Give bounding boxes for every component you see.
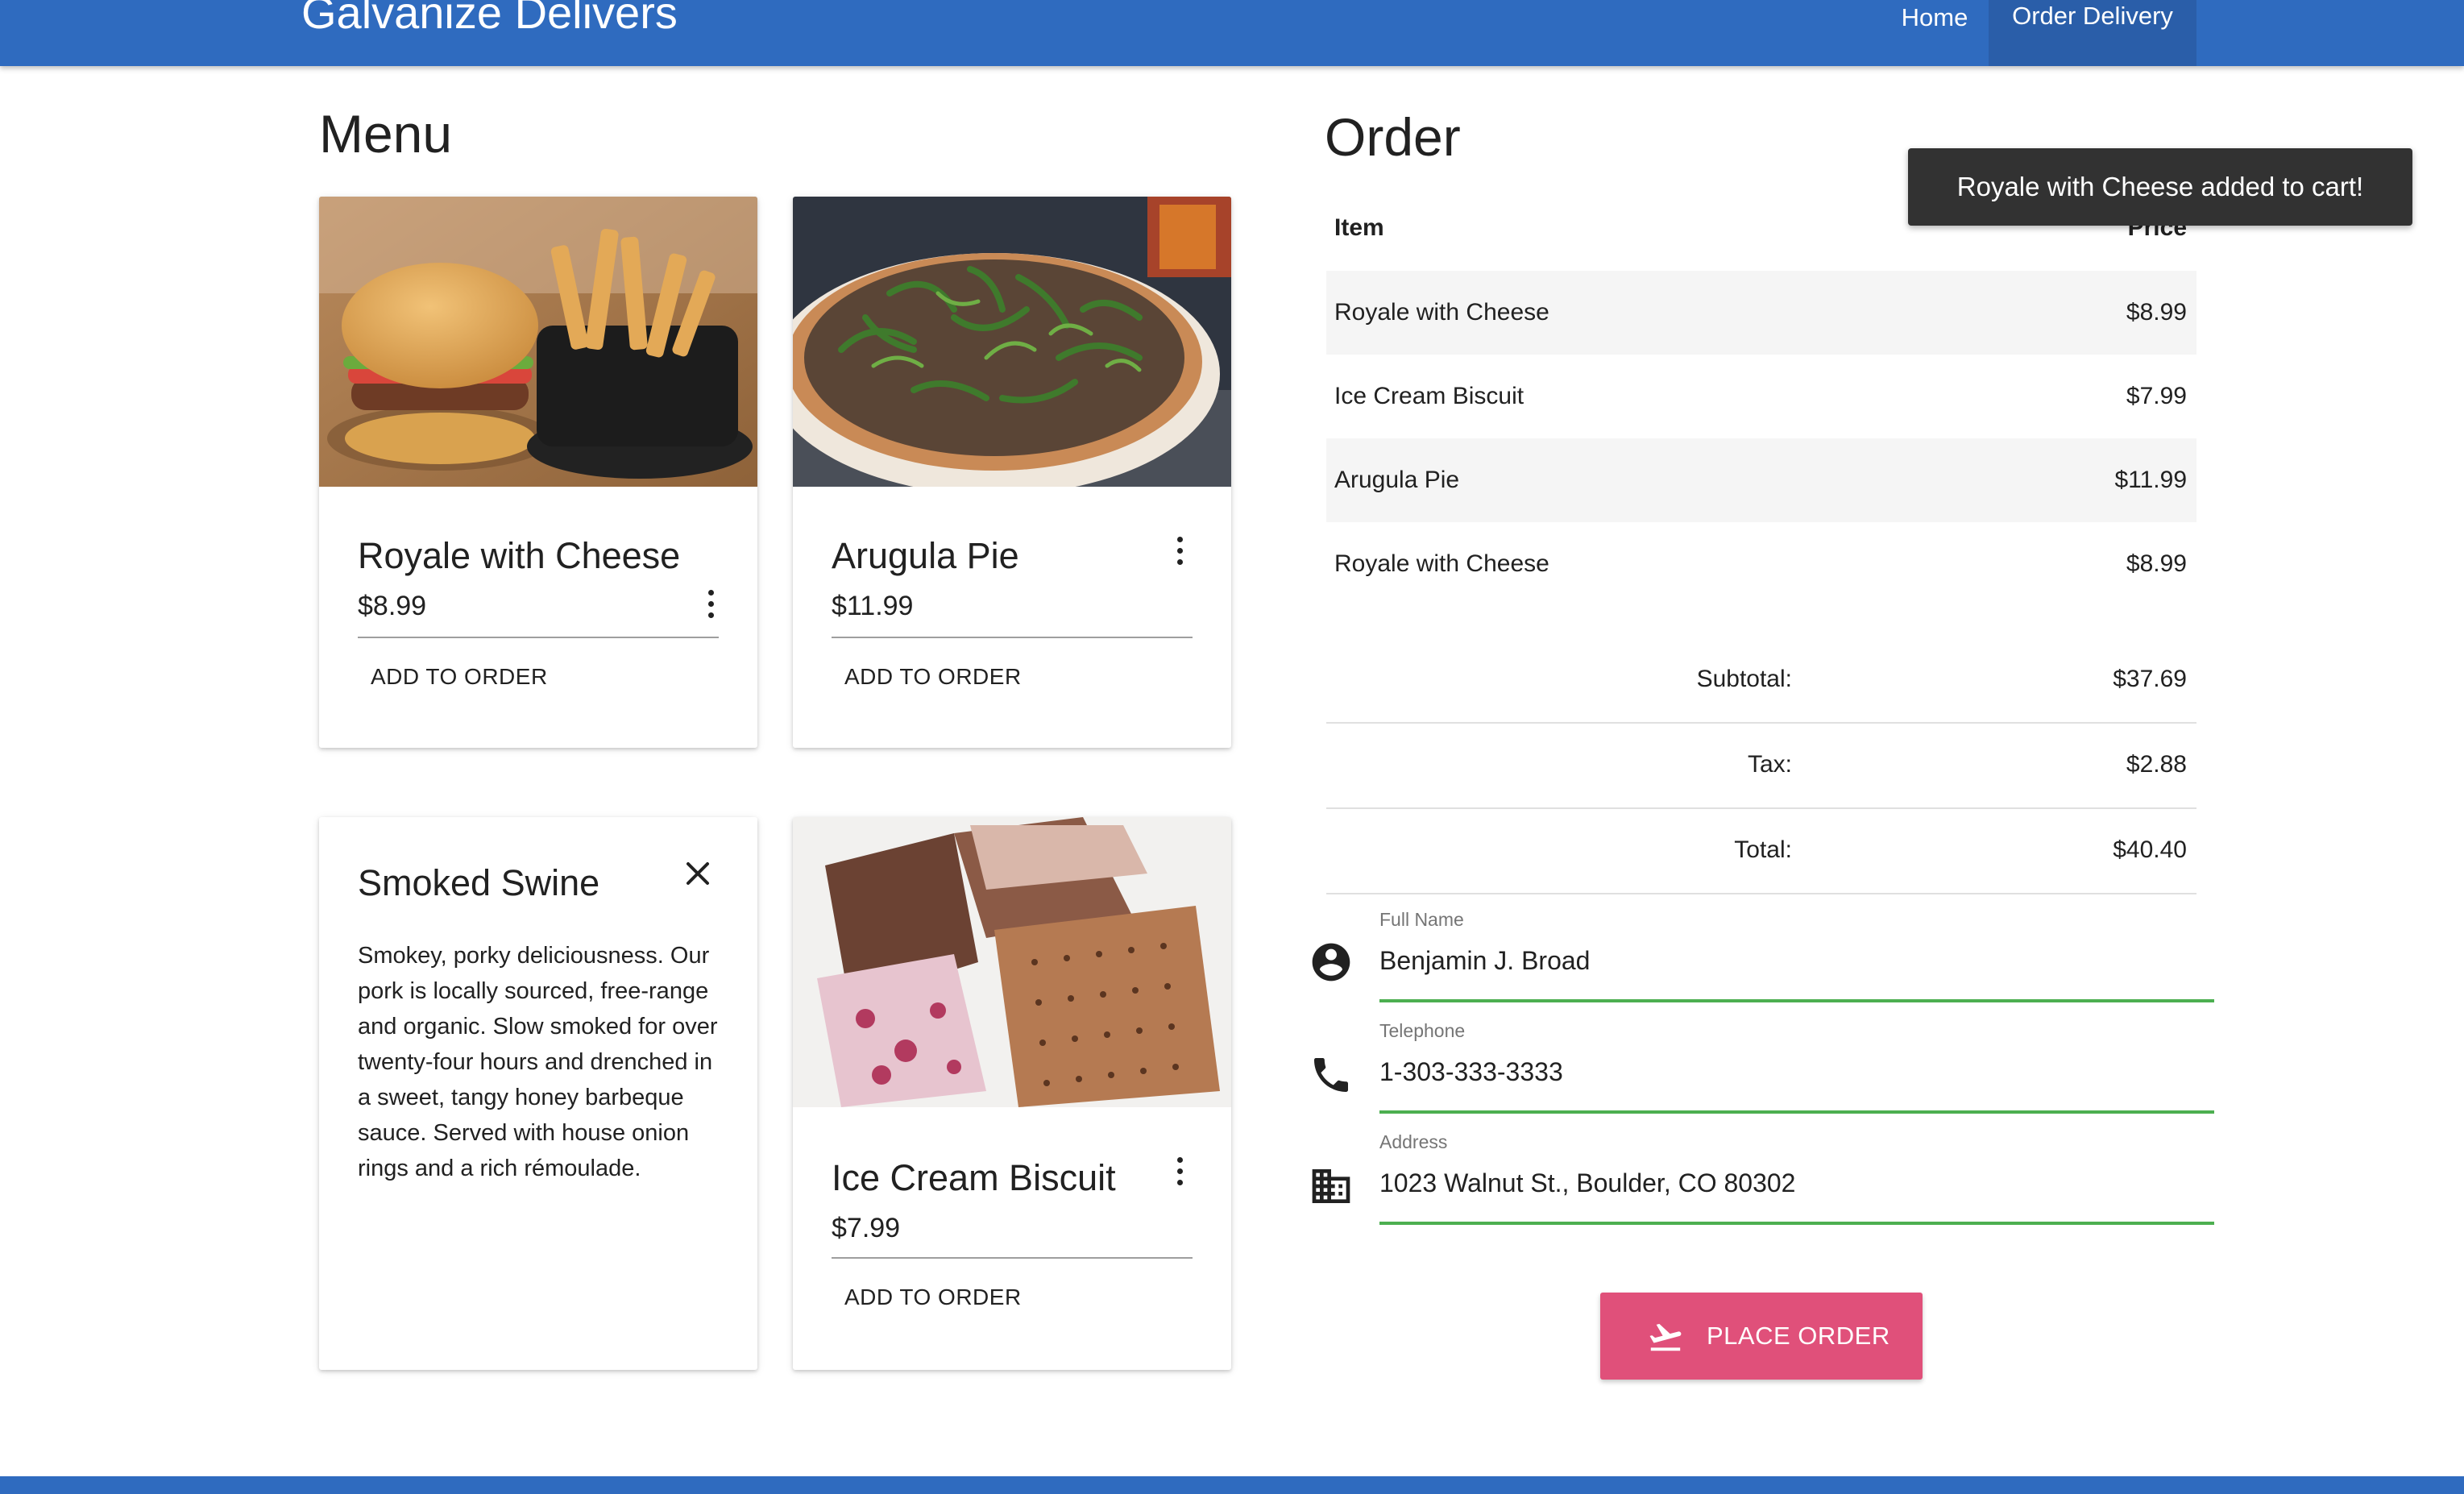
add-to-order-button[interactable]: ADD TO ORDER (371, 662, 548, 691)
tax-label: Tax: (1747, 751, 1792, 778)
row-item-name: Arugula Pie (1334, 467, 1460, 493)
business-icon (1312, 1169, 1350, 1203)
full-name-input[interactable] (1379, 938, 2214, 983)
column-header-item: Item (1334, 214, 1384, 241)
row-item-name: Royale with Cheese (1334, 299, 1549, 326)
table-row: Ice Cream Biscuit $7.99 (1326, 355, 2196, 438)
row-item-price: $8.99 (2126, 299, 2187, 326)
menu-card-royale-with-cheese: Royale with Cheese $8.99 ADD TO ORDER (319, 197, 757, 748)
full-name-underline (1379, 999, 2214, 1002)
card-title: Royale with Cheese (358, 535, 681, 576)
total-row: Total: $40.40 (1326, 809, 2196, 894)
more-vert-icon[interactable] (701, 587, 720, 622)
address-underline (1379, 1222, 2214, 1225)
footer-bar (0, 1476, 2464, 1494)
brand-logo[interactable]: Galvanize Delivers (301, 0, 678, 37)
telephone-input[interactable] (1379, 1049, 2214, 1094)
card-divider (832, 1257, 1193, 1259)
pizza-image (793, 197, 1231, 487)
order-title: Order (1325, 107, 1461, 167)
table-row: Royale with Cheese $8.99 (1326, 271, 2196, 355)
add-to-order-button[interactable]: ADD TO ORDER (844, 662, 1022, 691)
place-order-label: PLACE ORDER (1707, 1322, 1890, 1350)
more-vert-icon[interactable] (1170, 1154, 1189, 1189)
full-name-field: Full Name (1379, 909, 2214, 1009)
row-item-price: $11.99 (2114, 467, 2187, 493)
more-vert-icon[interactable] (1170, 533, 1189, 569)
card-divider (832, 637, 1193, 638)
telephone-underline (1379, 1110, 2214, 1114)
menu-card-arugula-pie: Arugula Pie $11.99 ADD TO ORDER (793, 197, 1231, 748)
address-field: Address (1379, 1131, 2214, 1231)
snackbar-toast: Royale with Cheese added to cart! (1908, 148, 2412, 226)
burger-image (319, 197, 757, 487)
add-to-order-button[interactable]: ADD TO ORDER (844, 1283, 1022, 1312)
ice-cream-image (793, 817, 1231, 1107)
nav-order-delivery[interactable]: Order Delivery (1989, 0, 2196, 66)
telephone-label: Telephone (1379, 1020, 1466, 1041)
account-circle-icon (1312, 943, 1350, 981)
menu-card-smoked-swine: Smoked Swine Smokey, porky deliciousness… (319, 817, 757, 1370)
card-price: $11.99 (832, 591, 914, 621)
row-item-name: Ice Cream Biscuit (1334, 383, 1524, 409)
telephone-field: Telephone (1379, 1020, 2214, 1120)
row-item-name: Royale with Cheese (1334, 550, 1549, 577)
address-input[interactable] (1379, 1160, 2214, 1206)
menu-card-ice-cream-biscuit: Ice Cream Biscuit $7.99 ADD TO ORDER (793, 817, 1231, 1370)
flight-takeoff-icon (1649, 1323, 1682, 1351)
place-order-button[interactable]: PLACE ORDER (1600, 1293, 1923, 1380)
card-price: $8.99 (358, 591, 427, 621)
card-description: Smokey, porky deliciousness. Our pork is… (358, 943, 718, 1181)
card-price: $7.99 (832, 1213, 901, 1243)
nav-home[interactable]: Home (1885, 0, 1984, 66)
row-item-price: $7.99 (2126, 383, 2187, 409)
total-value: $40.40 (2113, 836, 2187, 863)
phone-icon (1314, 1058, 1348, 1092)
table-row: Arugula Pie $11.99 (1326, 438, 2196, 522)
card-title: Ice Cream Biscuit (832, 1157, 1116, 1198)
menu-title: Menu (319, 104, 453, 164)
tax-row: Tax: $2.88 (1326, 724, 2196, 809)
card-title: Arugula Pie (832, 535, 1019, 576)
close-icon[interactable] (682, 857, 714, 890)
subtotal-value: $37.69 (2113, 666, 2187, 692)
address-label: Address (1379, 1131, 1448, 1152)
row-item-price: $8.99 (2126, 550, 2187, 577)
subtotal-label: Subtotal: (1696, 666, 1792, 692)
card-divider (358, 637, 719, 638)
card-title: Smoked Swine (358, 862, 600, 903)
total-label: Total: (1734, 836, 1792, 863)
top-navbar: Galvanize Delivers Home Order Delivery (0, 0, 2464, 66)
tax-value: $2.88 (2126, 751, 2187, 778)
full-name-label: Full Name (1379, 909, 1464, 930)
subtotal-row: Subtotal: $37.69 (1326, 638, 2196, 724)
table-row: Royale with Cheese $8.99 (1326, 522, 2196, 606)
